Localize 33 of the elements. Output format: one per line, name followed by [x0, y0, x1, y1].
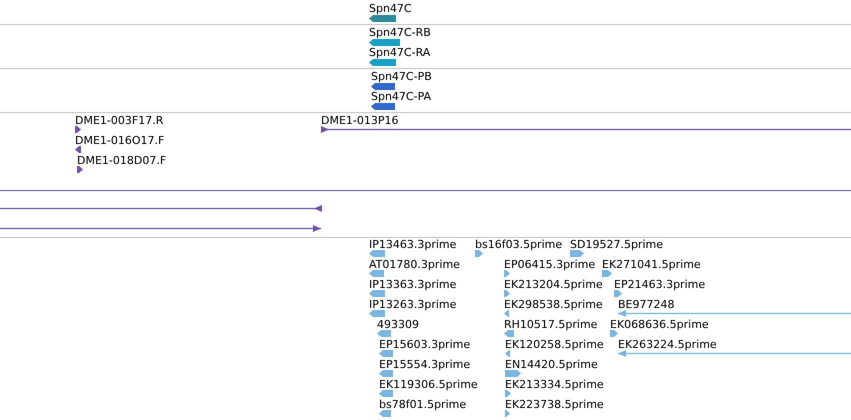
- feature-label: IP13263.3prime: [369, 298, 456, 311]
- feature-label: EK298538.5prime: [504, 298, 603, 311]
- feature-label: DME1-016O17.F: [75, 134, 164, 147]
- feature-label: Spn47C-PA: [371, 90, 432, 103]
- feature-label: EK068636.5prime: [610, 318, 709, 331]
- feature-label: AT01780.3prime: [369, 258, 460, 271]
- feature-label: IP13363.3prime: [369, 278, 456, 291]
- feature-label: bs78f01.5prime: [379, 398, 466, 411]
- feature-label: Spn47C-RB: [369, 26, 431, 39]
- feature-label: SD19527.5prime: [570, 238, 663, 251]
- feature-label: EK223738.5prime: [505, 398, 604, 411]
- feature-label: DME1-013P16: [321, 114, 399, 127]
- feature-label: EK119306.5prime: [379, 378, 478, 391]
- feature-label: Spn47C-RA: [369, 46, 430, 59]
- feature-label: BE977248: [618, 298, 674, 311]
- feature-label: EK263224.5prime: [618, 338, 717, 351]
- feature-label: Spn47C: [369, 2, 412, 15]
- feature-label: Spn47C-PB: [371, 70, 432, 83]
- feature-label: bs16f03.5prime: [475, 238, 562, 251]
- feature-label: EP06415.3prime: [504, 258, 596, 271]
- feature-label: EK120258.5prime: [505, 338, 604, 351]
- feature-label: EK271041.5prime: [602, 258, 701, 271]
- feature-label: EP15603.3prime: [379, 338, 470, 351]
- feature-label: RH10517.5prime: [504, 318, 598, 331]
- feature-label: DME1-003F17.R: [75, 114, 164, 127]
- feature-label: EK213204.5prime: [504, 278, 603, 291]
- feature-label: EP21463.3prime: [614, 278, 706, 291]
- feature-label: EP15554.3prime: [379, 358, 470, 371]
- feature-label: DME1-018D07.F: [77, 154, 166, 167]
- feature-label: EN14420.5prime: [505, 358, 598, 371]
- feature-label: IP13463.3prime: [369, 238, 456, 251]
- feature-label: 493309: [377, 318, 419, 331]
- feature-label: EK213334.5prime: [505, 378, 604, 391]
